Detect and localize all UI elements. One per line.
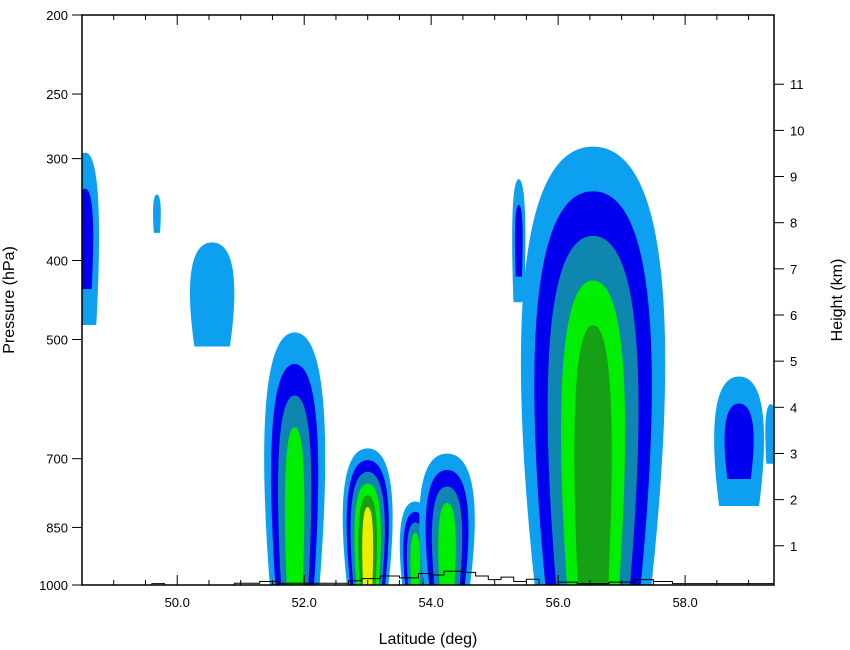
x-tick-label: 50.0 <box>165 595 190 610</box>
pressure-tick-label: 1000 <box>39 578 68 593</box>
contour-cell-7-level-2 <box>514 204 523 277</box>
height-tick-label: 1 <box>790 539 797 554</box>
height-tick-label: 2 <box>790 493 797 508</box>
contour-cell-3-level-4 <box>284 427 305 585</box>
pressure-tick-label: 300 <box>46 152 68 167</box>
height-tick-label: 7 <box>790 262 797 277</box>
height-tick-label: 10 <box>790 123 804 138</box>
pressure-tick-label: 250 <box>46 87 68 102</box>
height-tick-label: 11 <box>790 77 804 92</box>
pressure-tick-label: 500 <box>46 333 68 348</box>
height-tick-label: 6 <box>790 308 797 323</box>
contour-cell-6-level-4 <box>438 502 456 585</box>
x-tick-label: 58.0 <box>672 595 697 610</box>
pressure-tick-label: 400 <box>46 253 68 268</box>
contour-chart: 50.0 52.0 54.0 56.0 58.0 200 250 300 400 500 700 8… <box>0 0 850 650</box>
pressure-axis-title: Pressure (hPa) <box>1 246 18 354</box>
height-tick-label: 4 <box>790 400 797 415</box>
height-tick-label: 3 <box>790 446 797 461</box>
x-tick-label: 56.0 <box>545 595 570 610</box>
x-tick-label: 54.0 <box>419 595 444 610</box>
pressure-tick-label: 700 <box>46 452 68 467</box>
contour-cell-9-level-2 <box>724 403 754 479</box>
x-axis-title: Latitude (deg) <box>379 631 478 648</box>
pressure-tick-label: 200 <box>46 8 68 23</box>
contour-cell-2-level-1 <box>189 242 235 347</box>
pressure-tick-label: 850 <box>46 520 68 535</box>
height-tick-label: 9 <box>790 170 797 185</box>
height-tick-label: 5 <box>790 354 797 369</box>
contour-cell-8-level-5 <box>574 325 612 585</box>
contour-cell-5-level-4 <box>410 532 421 585</box>
height-tick-label: 8 <box>790 216 797 231</box>
height-axis-title: Height (km) <box>829 259 846 342</box>
x-tick-label: 52.0 <box>292 595 317 610</box>
contour-cell-1-level-1 <box>153 194 161 233</box>
